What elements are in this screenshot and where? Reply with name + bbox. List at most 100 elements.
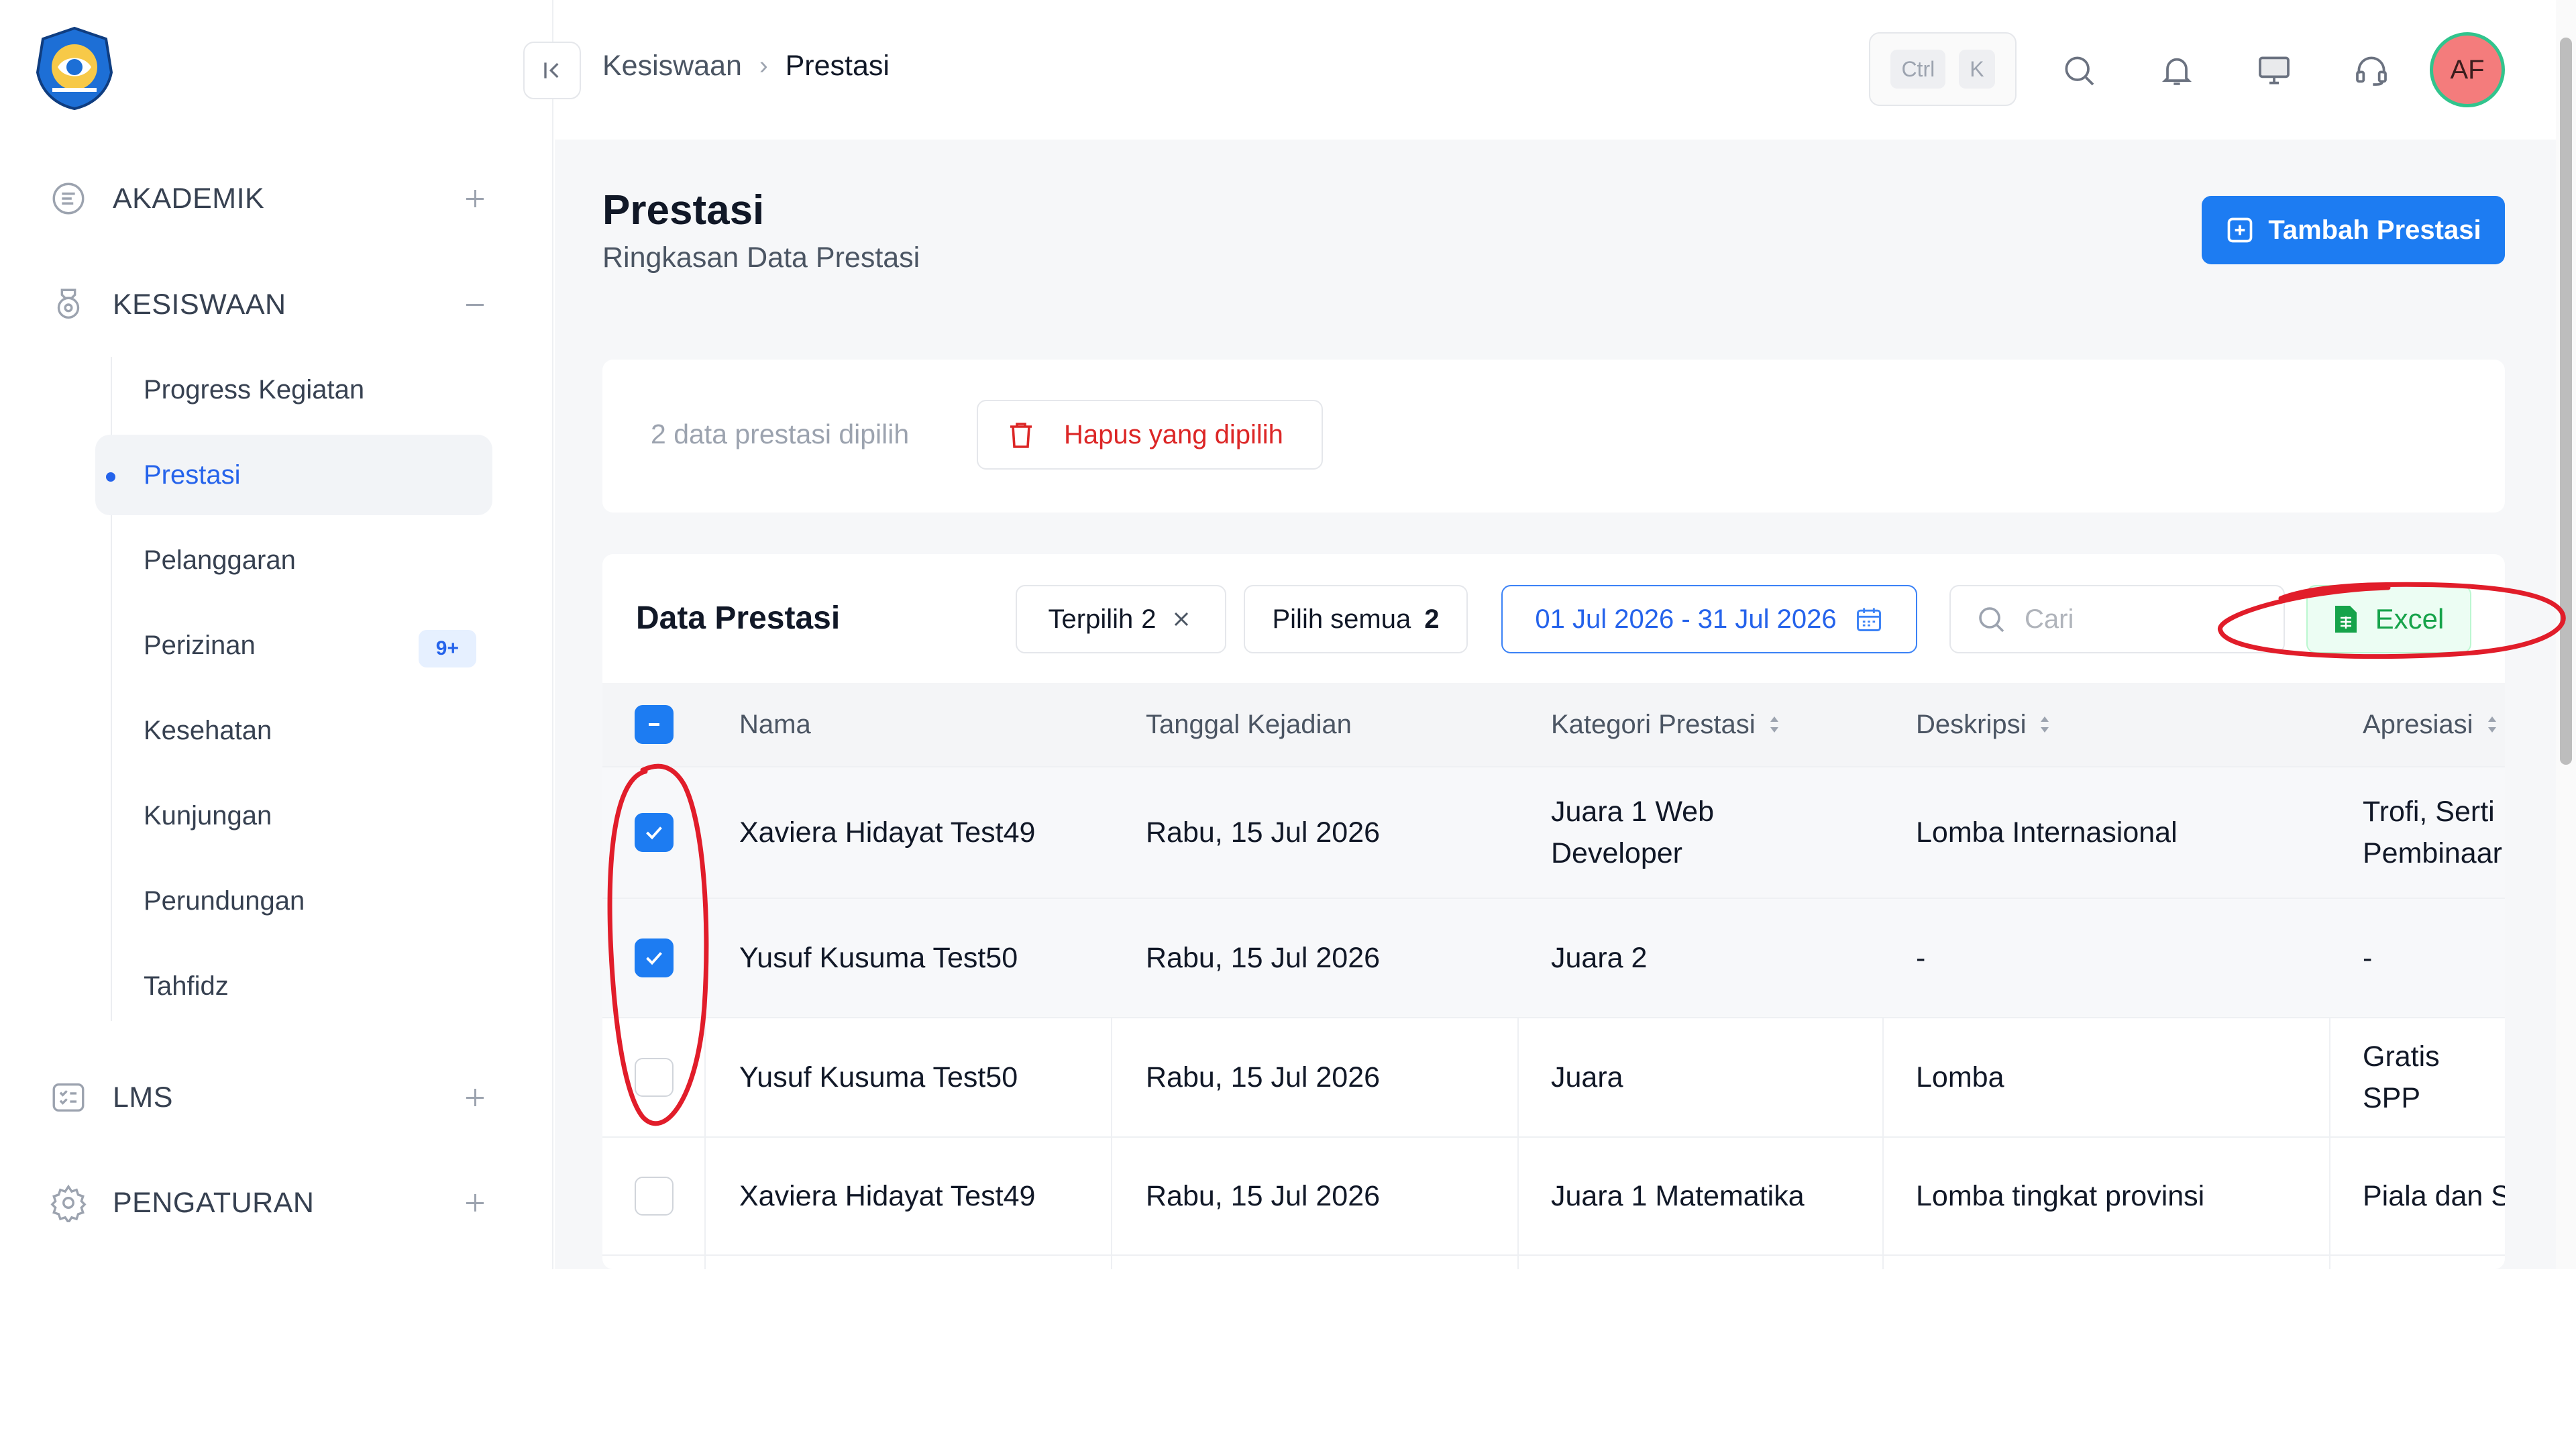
breadcrumb-kesiswaan[interactable]: Kesiswaan: [602, 50, 742, 83]
search-icon[interactable]: [2055, 47, 2102, 94]
sidebar-item-progress-kegiatan[interactable]: Progress Kegiatan: [95, 350, 492, 430]
date-range-text: 01 Jul 2026 - 31 Jul 2026: [1535, 604, 1837, 634]
chip-count: 2: [1424, 604, 1440, 634]
add-prestasi-button[interactable]: Tambah Prestasi: [2202, 196, 2505, 264]
nav-group-label: KESISWAAN: [113, 288, 286, 321]
table-row[interactable]: Yusuf Kusuma Test50 Rabu, 15 Jul 2026 Ju…: [602, 898, 2505, 1017]
selected-filter-chip[interactable]: Terpilih 2: [1016, 585, 1226, 653]
sidebar-item-label: Pelanggaran: [144, 545, 296, 575]
column-header-nama[interactable]: Nama: [739, 683, 811, 766]
cell-nama: Xaviera Hidayat Test49: [739, 1179, 1036, 1212]
plus-icon[interactable]: [460, 1188, 490, 1218]
column-label: Deskripsi: [1916, 709, 2027, 739]
sidebar-item-tahfidz[interactable]: Tahfidz: [95, 946, 492, 1026]
table-row[interactable]: Xaviera Hidayat Test49 Rabu, 15 Jul 2026…: [602, 1136, 2505, 1256]
sidebar-item-label: Perizinan: [144, 630, 256, 660]
app-window: AKADEMIK KESISWAAN Progress Kegiatan Pre…: [0, 0, 2576, 1269]
checklist-icon: [47, 1076, 90, 1119]
sidebar-item-prestasi[interactable]: Prestasi: [95, 435, 492, 515]
row-checkbox[interactable]: [635, 1177, 674, 1216]
cell-apresiasi: Piala dan S: [2363, 1179, 2505, 1212]
active-dot-icon: [106, 472, 115, 482]
cell-tanggal: Rabu, 15 Jul 2026: [1146, 1061, 1381, 1093]
nav-group-kesiswaan[interactable]: KESISWAAN: [47, 278, 490, 331]
close-icon[interactable]: [1169, 607, 1193, 631]
table-header: Nama Tanggal Kejadian Kategori Prestasi …: [602, 683, 2505, 766]
sidebar-item-label: Prestasi: [144, 460, 241, 490]
headset-icon[interactable]: [2348, 47, 2395, 94]
minus-icon[interactable]: [460, 290, 490, 319]
collapse-sidebar-button[interactable]: [523, 42, 581, 99]
monitor-icon[interactable]: [2251, 47, 2298, 94]
row-checkbox[interactable]: [635, 813, 674, 852]
check-icon: [646, 952, 662, 965]
count-badge: 9+: [418, 630, 476, 667]
breadcrumb: Kesiswaan › Prestasi: [602, 50, 890, 83]
plus-icon[interactable]: [460, 184, 490, 213]
cell-kategori: Juara 2: [1551, 941, 1648, 974]
row-checkbox[interactable]: [635, 938, 674, 977]
search-input[interactable]: Cari: [1949, 585, 2285, 653]
sidebar-item-perundungan[interactable]: Perundungan: [95, 861, 492, 941]
nav-group-label: PENGATURAN: [113, 1186, 315, 1219]
avatar[interactable]: AF: [2430, 32, 2505, 107]
row-checkbox[interactable]: [635, 1058, 674, 1097]
column-label: Nama: [739, 709, 811, 739]
column-label: Tanggal Kejadian: [1146, 709, 1352, 739]
plus-square-icon: [2228, 217, 2253, 243]
delete-selected-button[interactable]: Hapus yang dipilih: [977, 400, 1323, 470]
book-icon: [47, 177, 90, 220]
page-subtitle: Ringkasan Data Prestasi: [602, 241, 920, 274]
column-header-deskripsi[interactable]: Deskripsi: [1916, 683, 2050, 766]
cell-nama: Yusuf Kusuma Test50: [739, 941, 1018, 974]
nav-group-akademik[interactable]: AKADEMIK: [47, 172, 490, 225]
column-header-kategori[interactable]: Kategori Prestasi: [1551, 683, 1780, 766]
export-excel-button[interactable]: Excel: [2306, 585, 2471, 653]
sidebar-item-kesehatan[interactable]: Kesehatan: [95, 690, 492, 771]
column-header-tanggal[interactable]: Tanggal Kejadian: [1146, 683, 1352, 766]
sidebar-item-pelanggaran[interactable]: Pelanggaran: [95, 520, 492, 600]
school-logo[interactable]: [32, 25, 117, 111]
bell-icon[interactable]: [2153, 47, 2200, 94]
cell-deskripsi: Lomba: [1916, 1061, 2004, 1093]
shortcut-key: Ctrl: [1890, 50, 1946, 89]
cell-apresiasi: Gratis SPP: [2363, 1040, 2440, 1114]
checkbox-indeterminate[interactable]: [635, 705, 674, 744]
sidebar-item-label: Kunjungan: [144, 800, 272, 830]
add-button-label: Tambah Prestasi: [2268, 215, 2481, 245]
sort-icon[interactable]: [2487, 715, 2498, 734]
cell-nama: Xaviera Hidayat Test49: [739, 816, 1036, 849]
column-header-apresiasi[interactable]: Apresiasi: [2363, 683, 2498, 766]
command-shortcut-button[interactable]: Ctrl K: [1869, 32, 2017, 106]
select-all-chip[interactable]: Pilih semua 2: [1244, 585, 1468, 653]
table-row[interactable]: Xaviera Hidayat Test49 Rabu, 15 Jul 2026…: [602, 766, 2505, 898]
cell-deskripsi: Lomba Internasional: [1916, 816, 2178, 849]
gear-icon: [47, 1181, 90, 1224]
table-row[interactable]: Yusuf Kusuma Test50 Rabu, 15 Jul 2026 Ju…: [602, 1017, 2505, 1136]
data-table-card: Data Prestasi Terpilih 2 Pilih semua 2 0…: [602, 554, 2505, 1269]
cell-tanggal: Rabu, 15 Jul 2026: [1146, 1179, 1381, 1212]
student-icon: [47, 283, 90, 326]
chevron-right-icon: ›: [759, 52, 768, 80]
select-all-checkbox[interactable]: [635, 683, 674, 766]
sidebar-item-label: Tahfidz: [144, 971, 229, 1001]
cell-tanggal: Rabu, 15 Jul 2026: [1146, 816, 1381, 849]
plus-icon[interactable]: [460, 1083, 490, 1112]
trash-icon: [1010, 423, 1032, 448]
sort-icon[interactable]: [1769, 715, 1780, 734]
cell-kategori: Juara 1 Web Developer: [1551, 795, 1715, 869]
scrollbar-thumb[interactable]: [2560, 38, 2572, 765]
sidebar-item-perizinan[interactable]: Perizinan 9+: [95, 605, 492, 686]
sidebar: AKADEMIK KESISWAAN Progress Kegiatan Pre…: [0, 0, 553, 1269]
column-label: Apresiasi: [2363, 709, 2473, 739]
cell-apresiasi: Trofi, Serti Pembinaar: [2363, 795, 2502, 869]
sort-icon[interactable]: [2039, 715, 2050, 734]
nav-group-pengaturan[interactable]: PENGATURAN: [47, 1176, 490, 1230]
nav-group-lms[interactable]: LMS: [47, 1071, 490, 1124]
sidebar-item-label: Kesehatan: [144, 715, 272, 745]
sidebar-item-kunjungan[interactable]: Kunjungan: [95, 775, 492, 856]
date-range-picker[interactable]: 01 Jul 2026 - 31 Jul 2026: [1501, 585, 1917, 653]
search-icon: [1979, 607, 2004, 633]
cell-nama: Yusuf Kusuma Test50: [739, 1061, 1018, 1093]
selected-count-text: 2 data prestasi dipilih: [651, 419, 910, 449]
